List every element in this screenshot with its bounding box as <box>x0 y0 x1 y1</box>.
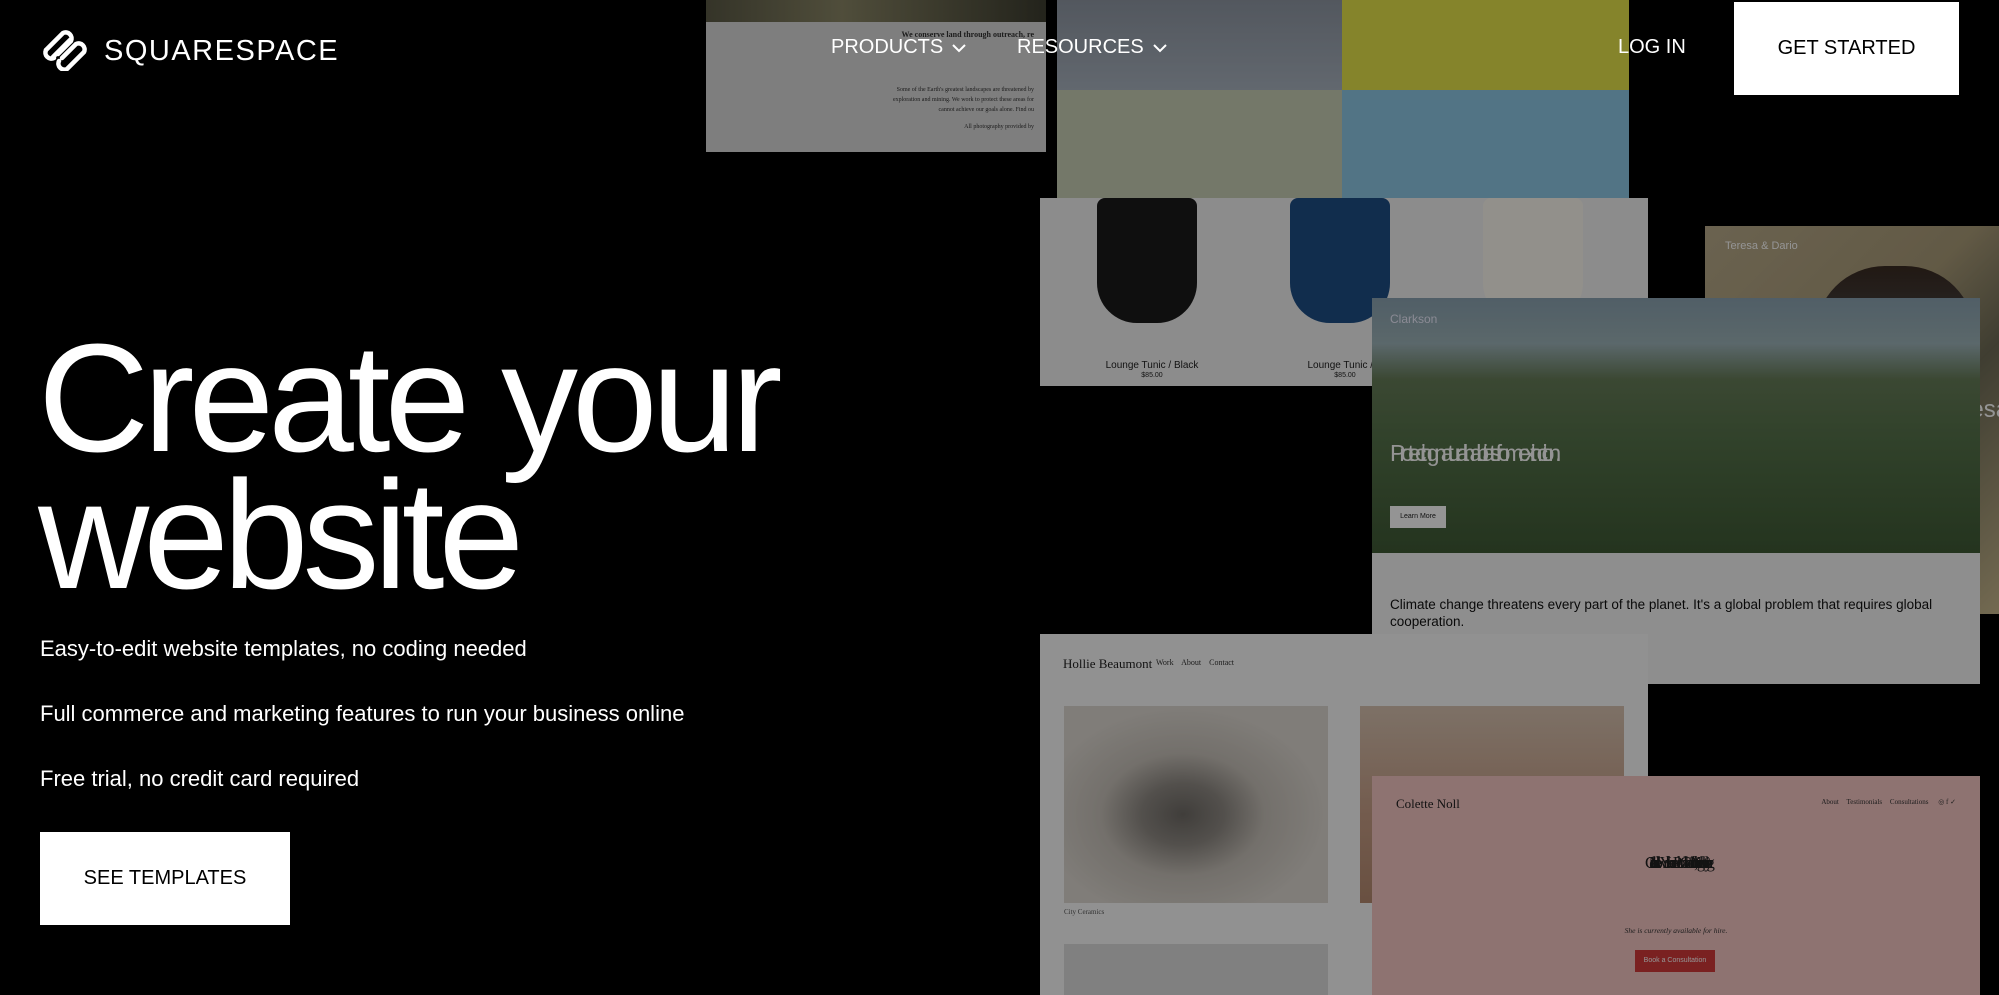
product-name: Lounge Tunic / Black <box>1105 360 1199 371</box>
nav-products-label: PRODUCTS <box>831 36 944 58</box>
essay-line: Some of the Earth's greatest landscapes … <box>896 87 1034 93</box>
hero-feature: Easy-to-edit website templates, no codin… <box>40 636 527 661</box>
clarkson-template-preview: Clarkson Protecting natural habitats fro… <box>1372 298 1980 684</box>
logo-wordmark: SQUARESPACE <box>104 35 340 67</box>
chevron-down-icon <box>952 43 966 52</box>
hero-feature: Full commerce and marketing features to … <box>40 701 685 726</box>
chef-sub: She is currently available for hire. <box>1624 926 1728 935</box>
portfolio-name: Hollie Beaumont <box>1063 656 1153 671</box>
nav-products[interactable]: PRODUCTS <box>831 36 966 59</box>
login-link[interactable]: LOG IN <box>1618 36 1686 59</box>
get-started-button[interactable]: GET STARTED <box>1734 2 1959 95</box>
clarkson-brand: Clarkson <box>1390 312 1438 326</box>
squarespace-logo-icon <box>40 27 94 76</box>
chef-template-preview: Colette Noll About Testimonials Consulta… <box>1372 776 1980 995</box>
learn-more-button: Learn More <box>1390 506 1446 528</box>
nav-resources-label: RESOURCES <box>1017 36 1144 58</box>
clarkson-copy: Climate change threatens every part of t… <box>1390 597 1933 629</box>
hero-headline: Create your website <box>38 321 783 612</box>
photo-tile <box>1342 90 1629 198</box>
photo-grid-template-preview <box>1057 0 1629 198</box>
portfolio-nav-item: Contact <box>1209 658 1235 667</box>
bowl-photo <box>1064 706 1328 903</box>
portfolio-nav-item: Work <box>1156 658 1174 667</box>
hero-headline-line: website <box>38 449 524 621</box>
hero-feature: Free trial, no credit card required <box>40 766 360 791</box>
product-image <box>1097 198 1197 323</box>
see-templates-button[interactable]: SEE TEMPLATES <box>40 832 290 925</box>
portfolio-nav: Work About Contact <box>1156 658 1234 667</box>
portfolio-nav-item: About <box>1181 658 1202 667</box>
essay-line: cannot achieve our goals alone. Find ou <box>938 107 1034 113</box>
essay-template-preview: We conserve land through outreach, re So… <box>706 0 1046 152</box>
photo-caption: City Ceramics <box>1064 908 1105 916</box>
book-consultation-button: Book a Consultation <box>1635 950 1715 972</box>
chef-nav-item: Testimonials <box>1846 798 1883 806</box>
essay-line: exploration and mining. We work to prote… <box>892 97 1034 103</box>
chef-name: Colette Noll <box>1396 796 1460 811</box>
nav-resources[interactable]: RESOURCES <box>1017 36 1167 59</box>
chevron-down-icon <box>1152 43 1167 52</box>
chef-nav: About Testimonials Consultations ◎ f ✓ <box>1821 798 1956 806</box>
hero-feature-list: Easy-to-edit website templates, no codin… <box>40 636 684 831</box>
product-card: Lounge Tunic / Black $85.00 <box>1082 198 1212 379</box>
photo-tile <box>1057 90 1342 198</box>
photo-tile <box>1064 944 1328 995</box>
chef-headline: Colette Noll is a New York-based Persona… <box>1644 853 1713 872</box>
chef-nav-item: About <box>1821 798 1839 806</box>
landscape-photo <box>1372 298 1980 553</box>
squarespace-logo[interactable]: SQUARESPACE <box>40 27 339 76</box>
wedding-names: Teresa & Dario <box>1725 240 1798 252</box>
landscape-photo-strip <box>706 0 1046 22</box>
photo-tile <box>1342 0 1629 90</box>
essay-line: All photography provided by <box>964 124 1034 130</box>
social-icons: ◎ f ✓ <box>1938 798 1956 806</box>
clarkson-headline: Protecting natural habitats from extinct… <box>1390 440 1562 466</box>
product-price: $85.00 <box>1141 372 1163 379</box>
chef-nav-item: Consultations <box>1889 798 1929 806</box>
